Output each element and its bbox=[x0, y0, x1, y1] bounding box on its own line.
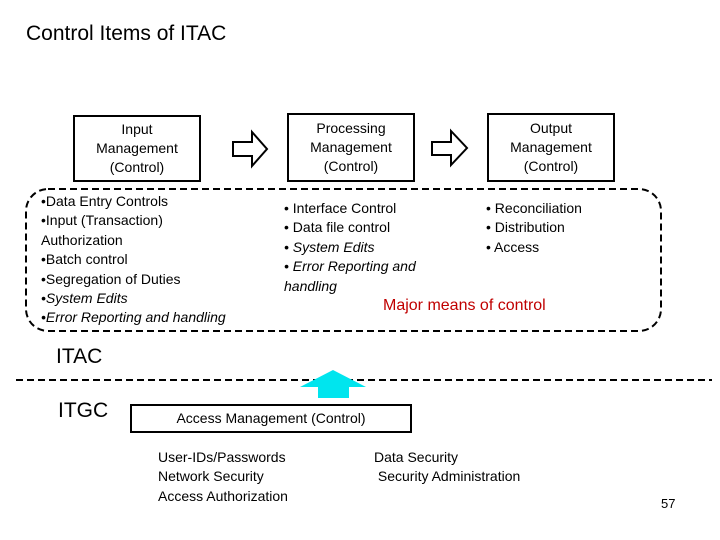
list-item: Data Security bbox=[374, 449, 459, 465]
list-item: User-IDs/Passwords bbox=[158, 449, 286, 465]
right-arrow-icon bbox=[431, 128, 469, 168]
list-item: • Data file control bbox=[284, 219, 391, 236]
access-management-box: Access Management (Control) bbox=[130, 404, 412, 433]
list-item: • System Edits bbox=[284, 238, 375, 255]
up-arrow-icon bbox=[300, 370, 366, 398]
itac-layer-label: ITAC bbox=[56, 345, 103, 368]
major-means-label: Major means of control bbox=[383, 297, 546, 314]
list-item: Network Security bbox=[158, 468, 264, 485]
list-item: •Error Reporting and handling bbox=[41, 309, 226, 326]
list-item: •System Edits bbox=[41, 290, 128, 307]
list-item: Authorization bbox=[41, 231, 123, 248]
list-item: Security Administration bbox=[374, 468, 521, 485]
list-item: •Input (Transaction) bbox=[41, 212, 163, 229]
access-management-label: Access Management (Control) bbox=[176, 410, 366, 426]
access-items-right: Data Security Security Administration bbox=[374, 448, 520, 487]
list-item: handling bbox=[284, 277, 337, 294]
list-item: •Data Entry Controls bbox=[41, 193, 169, 209]
list-item: •Batch control bbox=[41, 251, 128, 268]
list-item: • Reconciliation bbox=[486, 200, 582, 216]
list-item: • Distribution bbox=[486, 219, 565, 236]
right-arrow-icon bbox=[232, 129, 269, 169]
access-items-left: User-IDs/Passwords Network Security Acce… bbox=[158, 448, 288, 506]
list-item: • Access bbox=[486, 238, 540, 255]
input-controls-list: •Data Entry Controls •Input (Transaction… bbox=[41, 192, 226, 328]
itgc-layer-label: ITGC bbox=[58, 399, 109, 422]
page-number: 57 bbox=[661, 496, 676, 511]
output-controls-list: • Reconciliation • Distribution • Access bbox=[486, 199, 582, 257]
list-item: Access Authorization bbox=[158, 487, 288, 504]
list-item: • Interface Control bbox=[284, 200, 397, 216]
list-item: •Segregation of Duties bbox=[41, 270, 181, 287]
list-item: • Error Reporting and bbox=[284, 258, 416, 275]
processing-controls-list: • Interface Control • Data file control … bbox=[284, 199, 416, 296]
